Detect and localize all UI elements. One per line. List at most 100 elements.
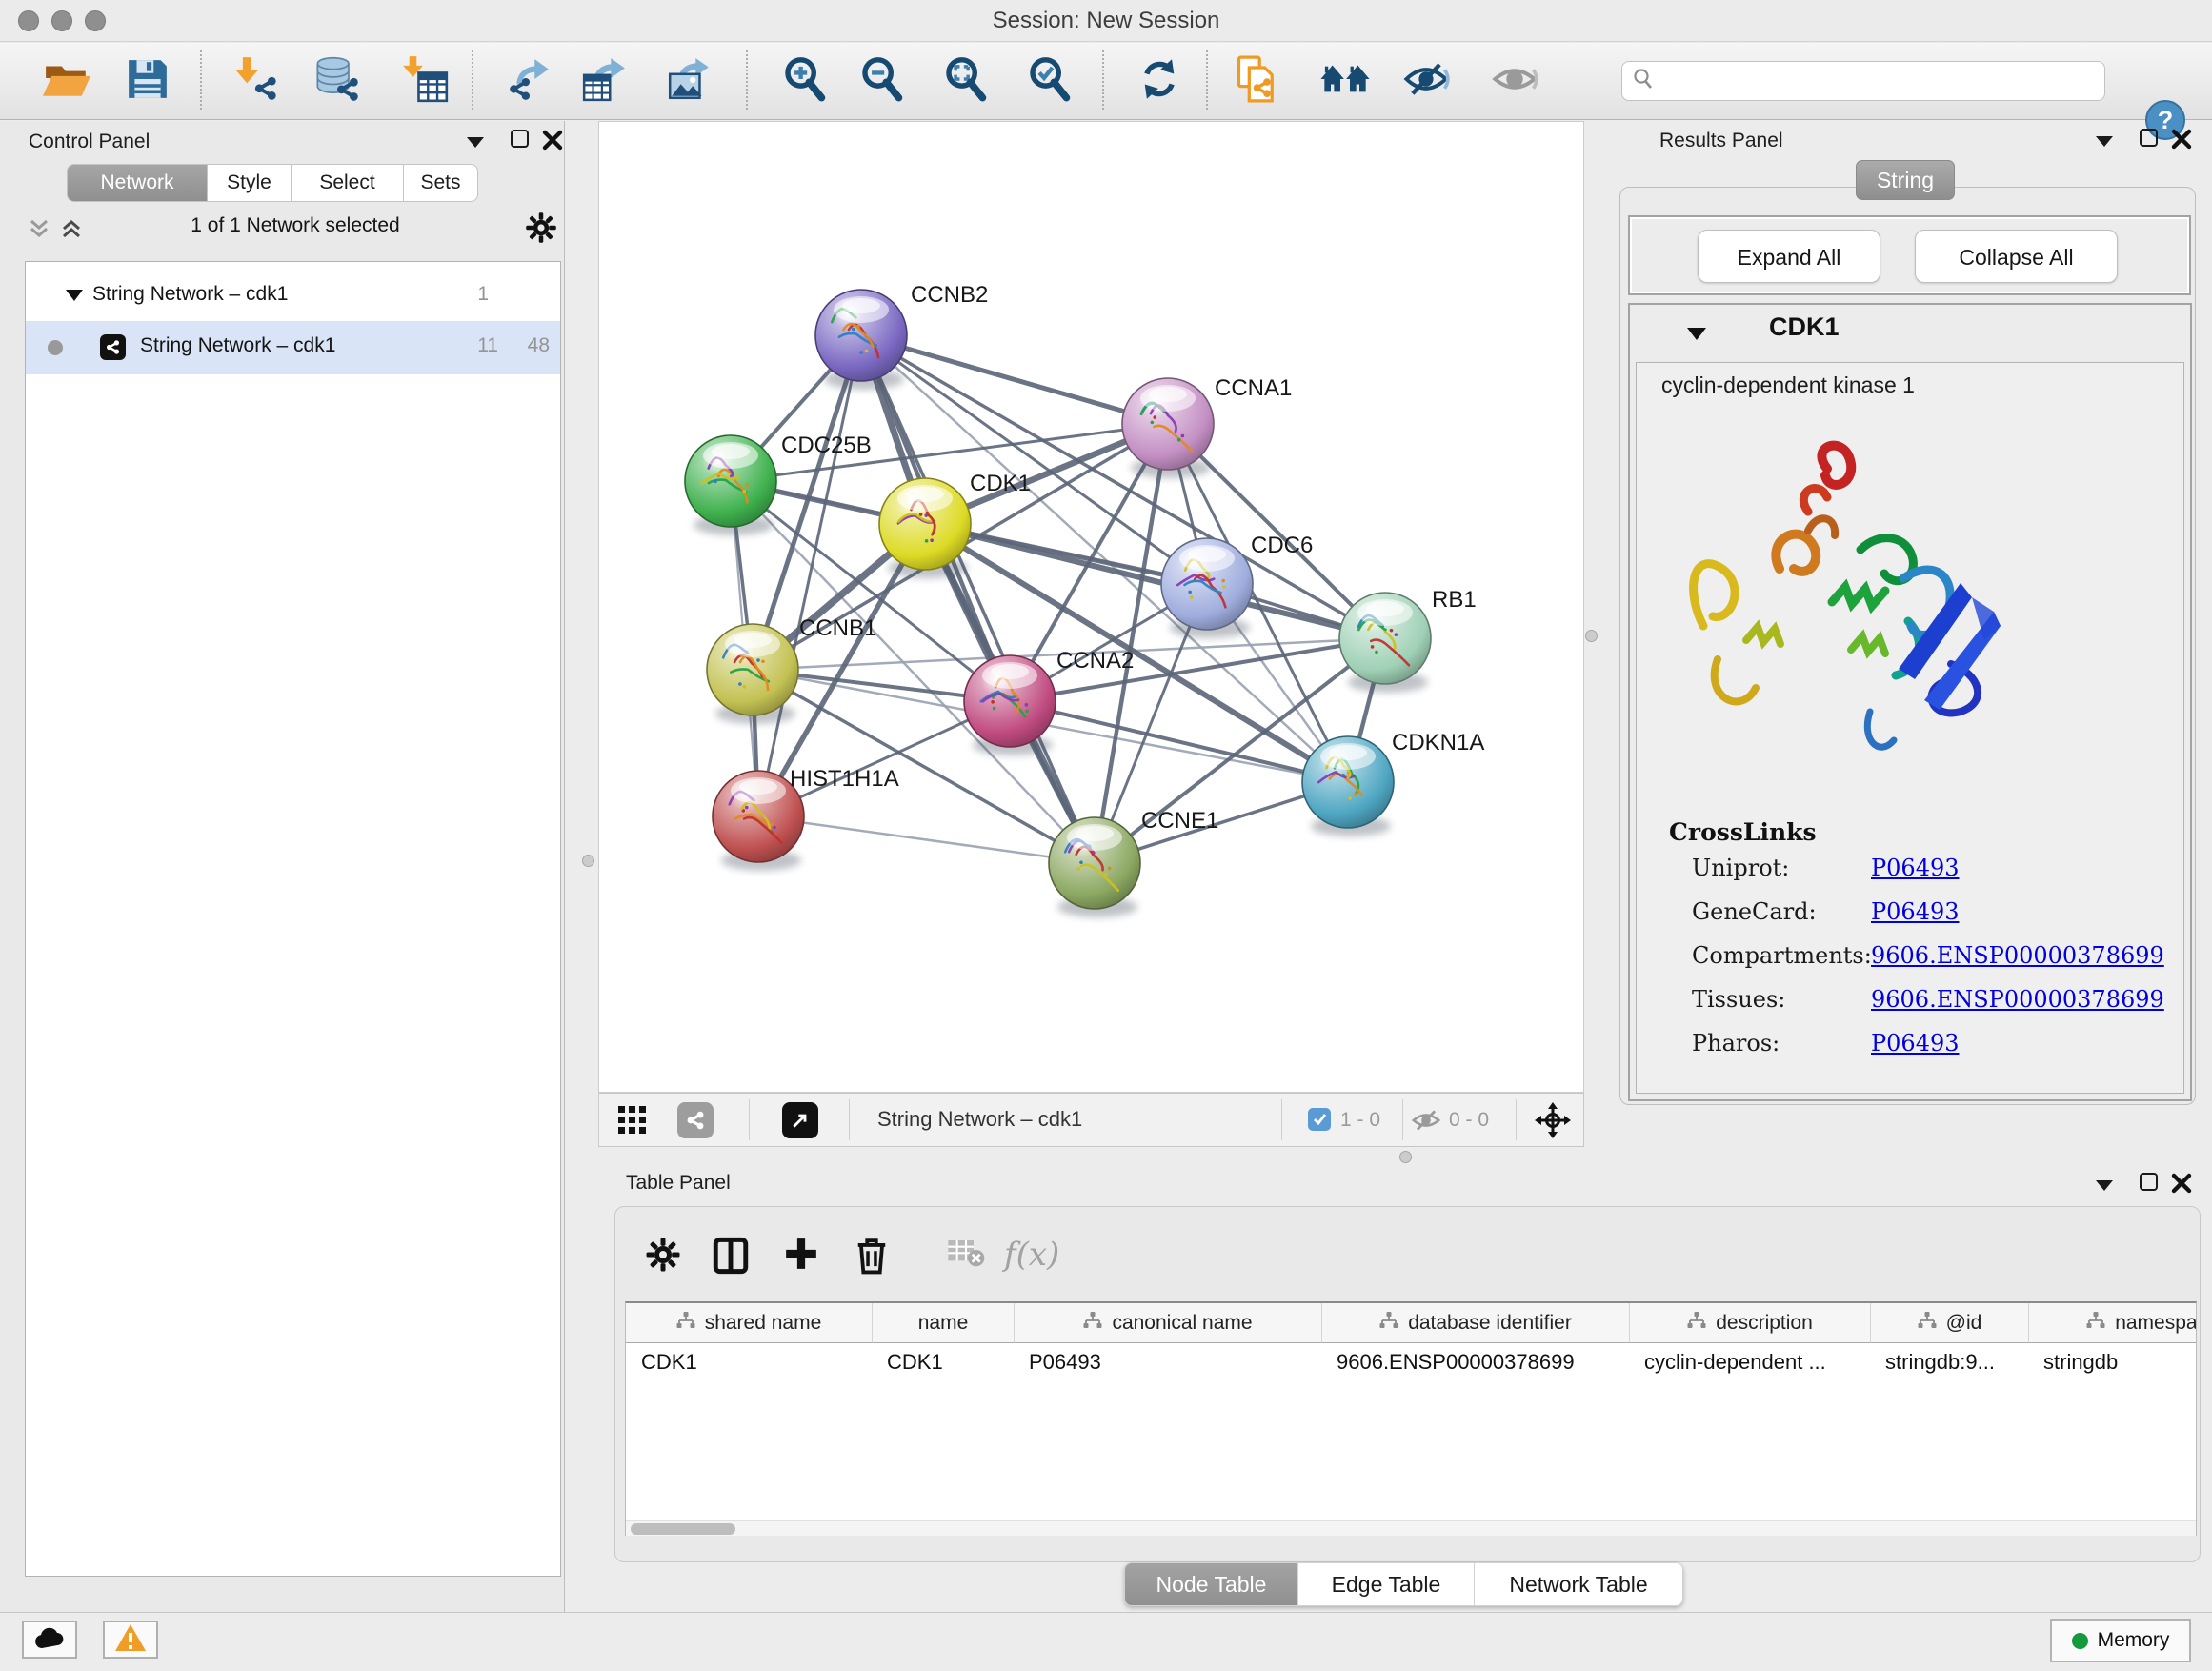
table-settings-gear-icon[interactable] [644, 1236, 682, 1274]
protein-collapse-icon[interactable] [1687, 328, 1706, 345]
network-edge[interactable] [758, 816, 1095, 863]
column-header-description[interactable]: description [1629, 1303, 1870, 1343]
export-image-button[interactable] [662, 52, 715, 110]
open-session-button[interactable] [40, 52, 93, 110]
network-node-ccnb2[interactable] [815, 290, 907, 390]
network-node-cdk1[interactable] [879, 478, 971, 578]
table-cell[interactable]: 9606.ENSP00000378699 [1321, 1343, 1629, 1381]
node-table[interactable]: shared namenamecanonical namedatabase id… [625, 1301, 2197, 1536]
network-node-ccna2[interactable] [964, 655, 1056, 755]
network-edge[interactable] [758, 335, 861, 816]
tab-select[interactable]: Select [292, 164, 404, 202]
table-panel-undock-icon[interactable] [2140, 1173, 2158, 1196]
column-header-namespace[interactable]: namespace [2028, 1303, 2197, 1343]
network-share-view-icon[interactable] [677, 1102, 714, 1138]
zoom-fit-button[interactable] [939, 52, 993, 110]
horizontal-splitter-handle[interactable] [1399, 1151, 1412, 1163]
network-node-ccnb1[interactable] [707, 624, 798, 724]
tab-network[interactable]: Network [67, 164, 208, 202]
results-tab-string[interactable]: String [1856, 160, 1955, 200]
crosslink-value-link[interactable]: 9606.ENSP00000378699 [1871, 986, 2164, 1013]
clone-network-button[interactable] [1231, 52, 1284, 110]
network-view-canvas[interactable]: CCNB2CCNA1CDC25BCDK1CDC6RB1CCNB1CCNA2CDK… [598, 121, 1584, 1093]
collapse-all-button[interactable]: Collapse All [1915, 230, 2118, 283]
import-database-button[interactable] [311, 52, 364, 110]
control-panel-close-icon[interactable] [541, 129, 564, 156]
import-table-button[interactable] [398, 52, 452, 110]
warning-status-button[interactable] [103, 1621, 158, 1659]
home-button[interactable] [1318, 52, 1372, 110]
image-export-icon [665, 56, 713, 107]
network-edge[interactable] [925, 524, 1385, 638]
save-session-button[interactable] [121, 52, 174, 110]
table-cell[interactable]: stringdb:9... [1870, 1343, 2028, 1381]
crosslink-value-link[interactable]: 9606.ENSP00000378699 [1871, 942, 2164, 969]
tab-edge-table[interactable]: Edge Table [1298, 1562, 1475, 1606]
hide-panel-button[interactable] [1399, 52, 1453, 110]
table-cell[interactable]: P06493 [1014, 1343, 1321, 1381]
network-node-ccne1[interactable] [1049, 817, 1140, 917]
tab-node-table[interactable]: Node Table [1124, 1562, 1298, 1606]
table-horizontal-scrollbar[interactable] [626, 1520, 2196, 1536]
tab-sets[interactable]: Sets [404, 164, 478, 202]
right-splitter-handle[interactable] [1585, 630, 1598, 642]
import-network-button[interactable] [230, 52, 283, 110]
network-options-gear-icon[interactable] [524, 211, 558, 250]
network-node-cdkn1a[interactable] [1302, 736, 1394, 836]
tab-network-table[interactable]: Network Table [1475, 1562, 1683, 1606]
delete-column-icon[interactable] [854, 1236, 890, 1276]
column-header-canonical-name[interactable]: canonical name [1014, 1303, 1321, 1343]
column-header-shared-name[interactable]: shared name [626, 1303, 872, 1343]
expand-all-button[interactable]: Expand All [1698, 230, 1880, 283]
results-panel-close-icon[interactable] [2170, 128, 2193, 155]
zoom-selected-button[interactable] [1023, 52, 1076, 110]
table-cell[interactable]: CDK1 [626, 1343, 872, 1381]
control-panel-undock-icon[interactable] [511, 130, 529, 152]
network-node-cdc6[interactable] [1161, 538, 1253, 638]
network-node-ccna1[interactable] [1122, 378, 1214, 478]
string-network-graph[interactable]: CCNB2CCNA1CDC25BCDK1CDC6RB1CCNB1CCNA2CDK… [599, 122, 1583, 1092]
results-panel-float-icon[interactable] [2096, 134, 2113, 151]
show-columns-icon[interactable] [711, 1236, 751, 1276]
control-panel-float-icon[interactable] [467, 135, 484, 152]
search-input[interactable] [1655, 70, 2074, 93]
expand-all-tree-icon[interactable] [59, 216, 84, 246]
network-row-selected[interactable]: String Network – cdk1 11 48 [26, 321, 560, 374]
show-panel-button[interactable] [1488, 52, 1541, 110]
tab-style[interactable]: Style [208, 164, 292, 202]
export-table-button[interactable] [577, 52, 631, 110]
network-edge[interactable] [1010, 701, 1348, 782]
cloud-status-button[interactable] [22, 1621, 77, 1659]
hidden-eye-icon[interactable] [1411, 1107, 1441, 1138]
birdseye-navigator-icon[interactable] [1535, 1102, 1571, 1143]
collapse-all-tree-icon[interactable] [27, 216, 51, 246]
scrollbar-thumb[interactable] [631, 1523, 735, 1535]
selected-checkbox[interactable] [1308, 1108, 1331, 1131]
network-node-rb1[interactable] [1339, 593, 1431, 693]
collection-expand-icon[interactable] [66, 289, 83, 306]
network-edge[interactable] [861, 335, 1168, 424]
add-column-icon[interactable] [783, 1236, 819, 1272]
network-collection-row[interactable]: String Network – cdk1 1 [26, 273, 560, 321]
table-panel-float-icon[interactable] [2096, 1178, 2113, 1196]
crosslink-value-link[interactable]: P06493 [1871, 898, 1960, 925]
left-splitter-handle[interactable] [582, 855, 594, 867]
table-cell[interactable]: cyclin-dependent ... [1629, 1343, 1870, 1381]
zoom-in-button[interactable] [778, 52, 832, 110]
column-header-database-identifier[interactable]: database identifier [1321, 1303, 1629, 1343]
grid-view-icon[interactable] [618, 1106, 647, 1139]
results-panel-undock-icon[interactable] [2140, 129, 2158, 151]
table-cell[interactable]: CDK1 [872, 1343, 1014, 1381]
crosslink-value-link[interactable]: P06493 [1871, 855, 1960, 881]
column-header--id[interactable]: @id [1870, 1303, 2028, 1343]
memory-button[interactable]: Memory [2050, 1619, 2191, 1662]
table-panel-close-icon[interactable] [2170, 1172, 2193, 1199]
refresh-layout-button[interactable] [1133, 52, 1186, 110]
crosslink-value-link[interactable]: P06493 [1871, 1030, 1960, 1057]
export-network-button[interactable] [502, 52, 555, 110]
network-node-cdc25b[interactable] [685, 435, 776, 535]
table-cell[interactable]: stringdb [2028, 1343, 2197, 1381]
column-header-name[interactable]: name [872, 1303, 1014, 1343]
open-in-window-icon[interactable] [782, 1102, 818, 1138]
zoom-out-button[interactable] [855, 52, 909, 110]
